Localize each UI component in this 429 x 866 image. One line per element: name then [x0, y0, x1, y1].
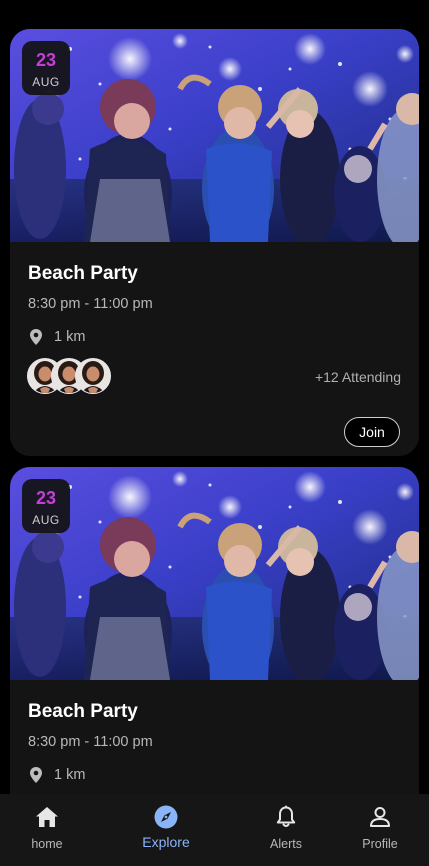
- compass-icon: [153, 804, 179, 830]
- event-distance: 1 km: [54, 767, 86, 783]
- date-month: AUG: [32, 513, 60, 527]
- nav-explore-label: Explore: [142, 834, 190, 850]
- join-button[interactable]: Join: [344, 417, 400, 447]
- date-day: 23: [35, 50, 57, 70]
- event-feed[interactable]: 23 AUG Beach Party 8:30 pm - 11:00 pm 1 …: [0, 0, 429, 794]
- nav-explore[interactable]: Explore: [127, 794, 205, 866]
- event-photo: [10, 29, 419, 242]
- bell-icon: [273, 804, 299, 830]
- location-row: 1 km: [28, 327, 85, 347]
- event-title: Beach Party: [28, 701, 138, 722]
- event-title: Beach Party: [28, 263, 138, 284]
- nav-alerts[interactable]: Alerts: [251, 794, 321, 866]
- date-day: 23: [35, 488, 57, 508]
- date-badge: 23 AUG: [22, 479, 70, 533]
- event-time: 8:30 pm - 11:00 pm: [28, 296, 153, 312]
- attending-count: +12 Attending: [314, 369, 401, 385]
- date-month: AUG: [32, 75, 60, 89]
- nav-home-label: home: [31, 837, 63, 851]
- location-pin-icon: [28, 328, 44, 346]
- event-card[interactable]: 23 AUG Beach Party 8:30 pm - 11:00 pm 1 …: [10, 467, 419, 794]
- bottom-navigation: home Explore Alerts Profile: [0, 794, 429, 866]
- person-icon: [367, 804, 393, 830]
- avatar: [75, 358, 111, 394]
- nav-profile-label: Profile: [362, 837, 398, 851]
- event-photo: [10, 467, 419, 680]
- event-distance: 1 km: [54, 329, 86, 345]
- nav-profile[interactable]: Profile: [345, 794, 415, 866]
- event-card[interactable]: 23 AUG Beach Party 8:30 pm - 11:00 pm 1 …: [10, 29, 419, 456]
- location-pin-icon: [28, 766, 44, 784]
- event-time: 8:30 pm - 11:00 pm: [28, 734, 153, 750]
- location-row: 1 km: [28, 765, 85, 785]
- home-icon: [34, 804, 60, 830]
- nav-alerts-label: Alerts: [270, 837, 302, 851]
- date-badge: 23 AUG: [22, 41, 70, 95]
- nav-home[interactable]: home: [12, 794, 82, 866]
- attendee-avatars: [27, 358, 117, 394]
